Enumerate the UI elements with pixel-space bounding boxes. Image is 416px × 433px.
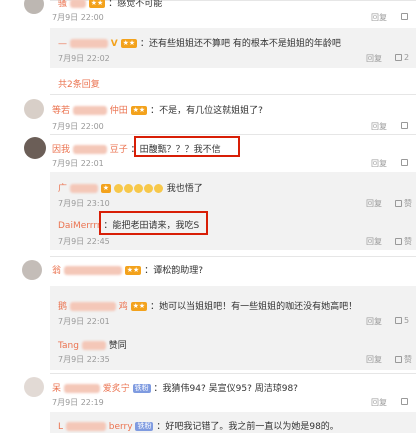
comment-author[interactable]: — [58, 39, 67, 49]
thumb-icon [401, 159, 408, 166]
comment-time: 7月9日 22:01 [58, 317, 110, 326]
avatar[interactable] [24, 99, 44, 119]
like-button[interactable]: 赞 [395, 354, 412, 365]
thumb-icon [395, 238, 402, 245]
like-button[interactable]: 5 [395, 316, 409, 325]
avatar[interactable] [24, 377, 44, 397]
comment-2: 等若 仲田 ★★ ：不是，有几位这就姐姐了? [52, 106, 263, 116]
comment-time: 7月9日 22:02 [58, 54, 110, 63]
comment-text: ：还有些姐姐还不算吧 有的根本不是姐姐的年龄吧 [140, 39, 341, 49]
reply-button[interactable]: 回复 [366, 316, 382, 327]
reply-button[interactable]: 回复 [371, 12, 387, 23]
like-button[interactable] [401, 397, 410, 406]
emoji-icon [153, 184, 163, 193]
like-button[interactable] [401, 158, 410, 167]
comment-author[interactable]: DaiMerrrr [58, 221, 101, 231]
comment-text: ：谭松韵助理? [144, 266, 203, 276]
reply-6: L berry 铁粉 ：好吧我记错了。我之前一直以为她是98的。 [58, 422, 339, 432]
comment-text: 我也悟了 [166, 184, 203, 194]
avatar[interactable] [22, 260, 42, 280]
comment-author[interactable]: 广 [58, 184, 67, 194]
comment-time: 7月9日 22:00 [52, 13, 104, 22]
reply-button[interactable]: 回复 [366, 198, 382, 209]
reply-button[interactable]: 回复 [366, 53, 382, 64]
comment-author[interactable]: 翁 [52, 266, 61, 276]
comment-time: 7月9日 22:35 [58, 355, 110, 364]
comment-author[interactable]: 等若 [52, 106, 70, 116]
comment-time: 7月9日 23:10 [58, 199, 110, 208]
comment-time: 7月9日 22:45 [58, 237, 110, 246]
reply-button[interactable]: 回复 [366, 236, 382, 247]
comment-time: 7月9日 22:00 [52, 122, 104, 131]
comment-5: 呆 爱炙宁 铁粉 ：我猜伟94? 吴宣仪95? 周洁琼98? [52, 384, 298, 394]
vip-badge: ★★ [124, 266, 142, 275]
comment-text: ：不是，有几位这就姐姐了? [150, 106, 263, 116]
vip-badge: ★★ [130, 106, 148, 115]
comment-text: ：我猜伟94? 吴宣仪95? 周洁琼98? [153, 384, 298, 394]
thumb-icon [395, 54, 402, 61]
comment-text: ：感觉不可能 [108, 0, 163, 9]
emoji-icon [113, 184, 123, 193]
like-button[interactable] [401, 121, 410, 130]
like-button[interactable]: 2 [395, 53, 409, 62]
emoji-icon [123, 184, 133, 193]
comment-author[interactable]: Tang [58, 341, 79, 351]
reply-button[interactable]: 回复 [366, 354, 382, 365]
comment-time: 7月9日 22:01 [52, 159, 104, 168]
thumb-icon [395, 200, 402, 207]
comment-author[interactable]: L [58, 422, 63, 432]
comment-author[interactable]: 呆 [52, 384, 61, 394]
thumb-icon [401, 398, 408, 405]
thumb-icon [401, 122, 408, 129]
fan-badge: 铁粉 [135, 422, 154, 431]
thumb-icon [395, 317, 402, 324]
like-button[interactable] [401, 12, 410, 21]
like-button[interactable]: 赞 [395, 236, 412, 247]
vip-badge: ★★ [88, 0, 106, 8]
fan-badge: 铁粉 [132, 384, 151, 393]
like-button[interactable]: 赞 [395, 198, 412, 209]
verified-icon: V [110, 39, 118, 49]
comment-time: 7月9日 22:19 [52, 398, 104, 407]
vip-badge: ★★ [120, 39, 138, 48]
vip-badge: ★★ [130, 302, 148, 311]
reply-4: 鹅 鸡 ★★ ：她可以当姐姐吧！有一些姐姐的咖还没有她高吧！ [58, 302, 358, 312]
avatar[interactable] [24, 0, 44, 14]
reply-2: 广 ★ 我也悟了 [58, 181, 203, 194]
emoji-icon [133, 184, 143, 193]
more-replies-link[interactable]: 共2条回复 [58, 77, 100, 90]
reply-5: Tang 赞同 [58, 338, 127, 351]
comment-text: ：好吧我记错了。我之前一直以为她是98的。 [156, 422, 339, 432]
comment-1: 骚 ★★ ：感觉不可能 [58, 0, 162, 9]
thumb-icon [395, 356, 402, 363]
comment-author[interactable]: 因我 [52, 145, 70, 155]
reply-button[interactable]: 回复 [371, 397, 387, 408]
comment-text: ：她可以当姐姐吧！有一些姐姐的咖还没有她高吧！ [150, 302, 358, 312]
comment-text: 赞同 [108, 341, 127, 351]
avatar[interactable] [24, 137, 46, 159]
emoji-icon [143, 184, 153, 193]
reply-button[interactable]: 回复 [371, 121, 387, 132]
reply-1: — V ★★ ：还有些姐姐还不算吧 有的根本不是姐姐的年龄吧 [58, 36, 341, 49]
vip-badge: ★ [100, 184, 112, 193]
comment-4: 翁 ★★ ：谭松韵助理? [52, 263, 203, 276]
comment-author[interactable]: 鹅 [58, 302, 67, 312]
highlight-box [99, 211, 208, 235]
thumb-icon [401, 13, 408, 20]
reply-button[interactable]: 回复 [371, 158, 387, 169]
comment-author[interactable]: 骚 [58, 0, 67, 9]
highlight-box [134, 136, 240, 157]
